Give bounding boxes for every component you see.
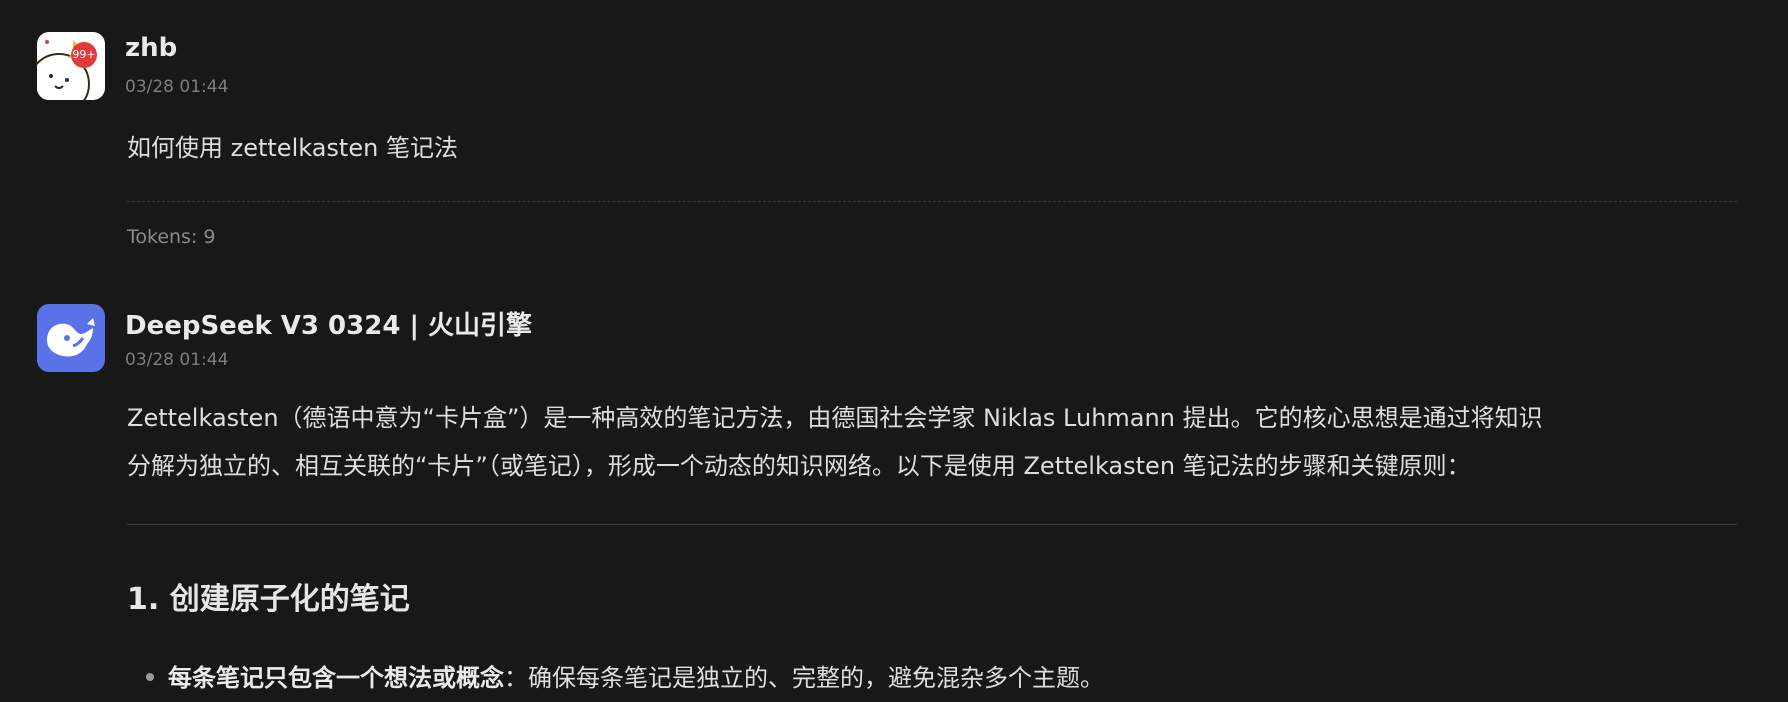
assistant-timestamp: 03/28 01:44 (125, 350, 229, 370)
user-name: zhb (125, 33, 178, 63)
intro-line-2: 分解为独立的、相互关联的“卡片”（或笔记），形成一个动态的知识网络。以下是使用 … (127, 452, 1471, 480)
list-item: 每条笔记只包含一个想法或概念：确保每条笔记是独立的、完整的，避免混杂多个主题。 (127, 658, 1104, 693)
assistant-intro-paragraph: Zettelkasten（德语中意为“卡片盒”）是一种高效的笔记方法，由德国社会… (127, 394, 1747, 490)
chat-page: 99+ zhb 03/28 01:44 如何使用 zettelkasten 笔记… (0, 0, 1788, 702)
user-avatar[interactable]: 99+ (37, 32, 105, 100)
bullet-bold-text: 每条笔记只包含一个想法或概念 (168, 664, 504, 692)
cartoon-avatar-icon (37, 40, 91, 100)
content-divider (127, 524, 1737, 525)
bullet-dot (146, 673, 154, 681)
message-divider (127, 201, 1737, 202)
assistant-avatar[interactable] (37, 304, 105, 372)
assistant-name: DeepSeek V3 0324 | 火山引擎 (125, 311, 533, 341)
intro-line-1: Zettelkasten（德语中意为“卡片盒”）是一种高效的笔记方法，由德国社会… (127, 404, 1543, 432)
bullet-text: ：确保每条笔记是独立的、完整的，避免混杂多个主题。 (504, 664, 1104, 692)
user-timestamp: 03/28 01:44 (125, 77, 229, 97)
token-count: Tokens: 9 (127, 226, 216, 248)
user-message-text: 如何使用 zettelkasten 笔记法 (127, 134, 458, 162)
notification-badge: 99+ (71, 42, 97, 68)
section-heading: 1. 创建原子化的笔记 (127, 582, 410, 617)
deepseek-whale-icon (47, 318, 95, 357)
